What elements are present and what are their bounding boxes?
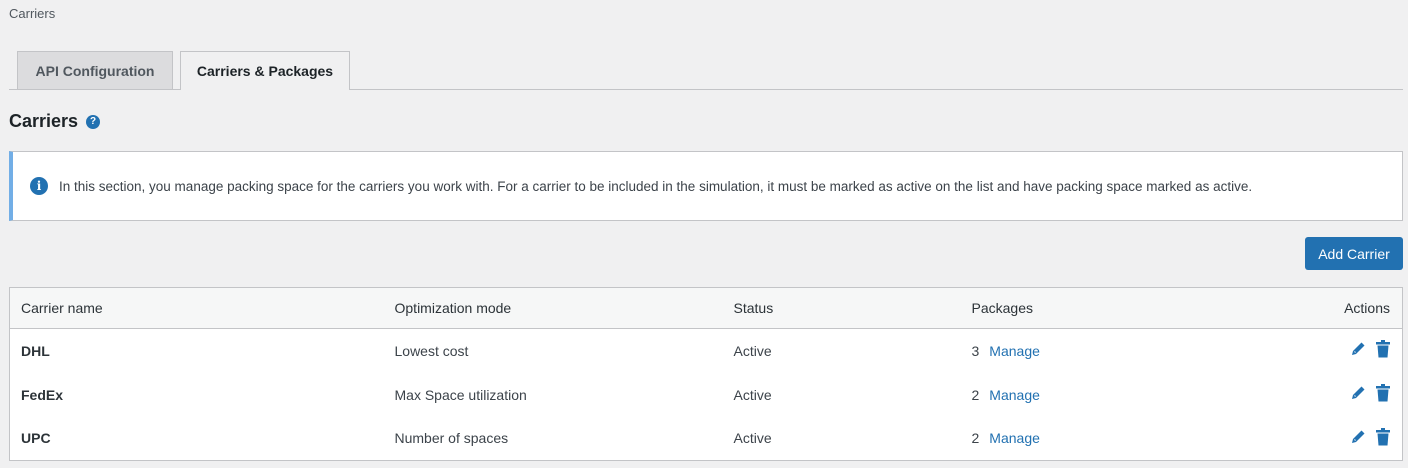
actions-cell	[1196, 373, 1402, 417]
package-count: 2	[971, 430, 980, 447]
col-actions: Actions	[1196, 287, 1403, 329]
packages-cell: 2 Manage	[961, 373, 1197, 417]
table-header: Carrier name Optimization mode Status Pa…	[9, 287, 1403, 329]
delete-trash-icon[interactable]	[1376, 340, 1390, 361]
table-row: DHL Lowest cost Active 3 Manage	[10, 329, 1403, 373]
notice-text: In this section, you manage packing spac…	[59, 178, 1253, 194]
info-icon: i	[30, 177, 48, 195]
carrier-name: DHL	[21, 342, 50, 359]
carrier-status: Active	[733, 430, 772, 447]
package-count: 3	[971, 342, 980, 359]
page-title: Carriers?	[9, 111, 101, 132]
manage-link[interactable]: Manage	[989, 430, 1040, 446]
optimization-mode: Lowest cost	[394, 342, 469, 359]
table-row: UPC Number of spaces Active 2 Manage	[10, 417, 1403, 461]
breadcrumb: Carriers	[9, 6, 56, 21]
col-packages: Packages	[960, 287, 1197, 329]
help-icon[interactable]: ?	[86, 114, 101, 129]
carrier-status: Active	[733, 386, 772, 403]
add-carrier-button[interactable]: Add Carrier	[1305, 237, 1403, 270]
actions-cell	[1196, 329, 1402, 373]
tab-carriers-packages[interactable]: Carriers & Packages	[180, 51, 350, 90]
carrier-status: Active	[733, 342, 772, 359]
packages-cell: 3 Manage	[961, 329, 1197, 373]
col-carrier-name: Carrier name	[9, 287, 384, 329]
table-row: FedEx Max Space utilization Active 2 Mana…	[10, 373, 1403, 417]
edit-pencil-icon[interactable]	[1350, 385, 1366, 404]
tab-api-configuration[interactable]: API Configuration	[17, 51, 173, 89]
edit-pencil-icon[interactable]	[1350, 341, 1366, 360]
info-notice: i In this section, you manage packing sp…	[9, 151, 1403, 221]
col-optimization-mode: Optimization mode	[383, 287, 723, 329]
optimization-mode: Number of spaces	[394, 430, 509, 447]
edit-pencil-icon[interactable]	[1350, 429, 1366, 448]
page-title-text: Carriers	[9, 111, 79, 131]
col-status: Status	[722, 287, 961, 329]
delete-trash-icon[interactable]	[1376, 427, 1390, 449]
carrier-name: UPC	[21, 430, 51, 447]
delete-trash-icon[interactable]	[1376, 384, 1390, 405]
actions-cell	[1196, 417, 1402, 461]
carrier-name: FedEx	[21, 386, 64, 403]
packages-cell: 2 Manage	[961, 417, 1197, 461]
package-count: 2	[971, 386, 980, 403]
carriers-table: Carrier name Optimization mode Status Pa…	[9, 287, 1403, 461]
manage-link[interactable]: Manage	[989, 343, 1040, 359]
manage-link[interactable]: Manage	[989, 387, 1040, 403]
optimization-mode: Max Space utilization	[394, 386, 527, 403]
